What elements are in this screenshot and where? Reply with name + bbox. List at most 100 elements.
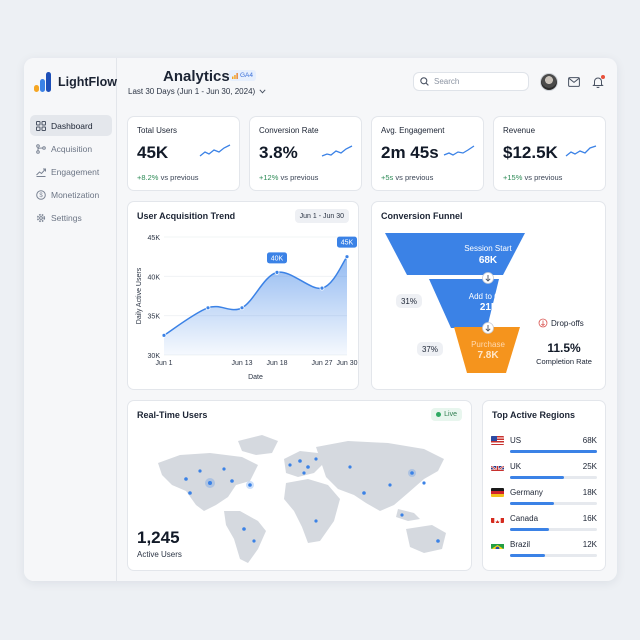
search-input[interactable]	[434, 77, 524, 86]
africa-shape	[284, 479, 340, 543]
funnel-stage-label: Purchase	[471, 340, 505, 349]
sidebar-item-label: Settings	[51, 212, 82, 223]
kpi-card-revenue[interactable]: Revenue $12.5K +15% vs previous	[493, 116, 606, 191]
data-point	[319, 285, 325, 291]
kpi-label: Total Users	[137, 126, 178, 135]
user-dot	[242, 527, 246, 531]
date-range-label: Last 30 Days (Jun 1 - Jun 30, 2024)	[128, 87, 256, 96]
x-axis-label: Date	[248, 374, 263, 381]
user-dot	[288, 463, 292, 467]
ga4-badge-label: GA4	[240, 72, 254, 79]
search-icon	[420, 77, 429, 86]
branch-icon	[35, 143, 46, 154]
kpi-card-conversion-rate[interactable]: Conversion Rate 3.8% +12% vs previous	[249, 116, 362, 191]
x-tick-label: Jun 18	[266, 360, 287, 367]
user-acquisition-trend-card: User Acquisition Trend Jun 1 - Jun 30 45…	[127, 201, 359, 390]
user-dot	[188, 491, 192, 495]
region-value: 16K	[582, 514, 597, 523]
region-name: Brazil	[510, 540, 531, 549]
region-bar	[510, 528, 597, 531]
user-dot	[248, 483, 252, 487]
header: Analytics GA4 Last 30 Days (Jun 1 - Jun …	[117, 58, 617, 110]
region-bar-fill	[510, 528, 550, 531]
kpi-label: Conversion Rate	[259, 126, 319, 135]
region-bar	[510, 450, 597, 453]
active-users-value: 1,245	[137, 528, 180, 547]
indonesia-shape	[396, 509, 420, 521]
user-dot	[400, 513, 404, 517]
region-bar-fill	[510, 476, 564, 479]
user-dot	[184, 477, 188, 481]
user-dot	[362, 491, 366, 495]
mail-icon[interactable]	[567, 75, 581, 89]
x-tick-label: Jun 27	[311, 360, 332, 367]
region-bar	[510, 554, 597, 557]
kpi-delta-value: +12%	[259, 173, 279, 182]
greenland-shape	[238, 435, 278, 455]
user-dot	[436, 539, 440, 543]
kpi-label: Revenue	[503, 126, 536, 135]
region-row-canada[interactable]: Canada 16K	[491, 513, 597, 537]
region-bar-fill	[510, 554, 545, 557]
user-dot	[348, 465, 352, 469]
kpi-delta-suffix: vs previous	[160, 173, 199, 182]
region-value: 25K	[582, 462, 597, 471]
value-callout-label: 40K	[271, 255, 284, 262]
sidebar-item-label: Dashboard	[51, 120, 93, 131]
sidebar-item-acquisition[interactable]: Acquisition	[30, 138, 112, 159]
completion-value: 11.5%	[547, 341, 581, 355]
us-flag	[491, 436, 504, 445]
x-tick-label: Jun 13	[231, 360, 252, 367]
user-dot	[198, 469, 202, 473]
region-value: 12K	[582, 540, 597, 549]
sidebar-item-dashboard[interactable]: Dashboard	[30, 115, 112, 136]
kpi-delta: +8.2% vs previous	[137, 173, 199, 182]
canada-flag	[491, 514, 504, 523]
region-value: 18K	[582, 488, 597, 497]
real-time-users-card: Real-Time Users Live 1,245 Active Users	[127, 400, 472, 571]
region-row-germany[interactable]: Germany 18K	[491, 487, 597, 511]
sidebar-item-engagement[interactable]: Engagement	[30, 161, 112, 182]
kpi-delta-value: +5s	[381, 173, 394, 182]
x-tick-label: Jun 30	[336, 360, 357, 367]
region-name: Canada	[510, 514, 539, 523]
funnel-stage-value: 68K	[479, 255, 498, 266]
dropoffs-label: Drop-offs	[551, 319, 584, 328]
dropoff-icon	[538, 318, 548, 328]
region-row-uk[interactable]: UK 25K	[491, 461, 597, 485]
date-range-selector[interactable]: Last 30 Days (Jun 1 - Jun 30, 2024)	[128, 87, 266, 96]
sidebar-item-monetization[interactable]: $ Monetization	[30, 184, 112, 205]
kpi-delta: +12% vs previous	[259, 173, 318, 182]
kpi-card-avg-engagement[interactable]: Avg. Engagement 2m 45s +5s vs previous	[371, 116, 484, 191]
user-dot	[230, 479, 234, 483]
sidebar: LightFlow Dashboard Acquisition Engageme…	[24, 58, 117, 581]
funnel-stage-value: 7.8K	[477, 350, 499, 361]
card-title: Top Active Regions	[492, 410, 576, 420]
region-row-brazil[interactable]: Brazil 12K	[491, 539, 597, 563]
logo[interactable]: LightFlow	[34, 72, 117, 92]
data-point	[161, 332, 167, 338]
bell-icon[interactable]	[591, 75, 605, 89]
y-axis-label: Daily Active Users	[136, 267, 143, 324]
chevron-down-icon	[259, 89, 266, 94]
kpi-delta-suffix: vs previous	[524, 173, 563, 182]
x-tick-label: Jun 1	[155, 360, 172, 367]
sidebar-nav: Dashboard Acquisition Engagement $ Monet…	[30, 115, 112, 230]
kpi-card-total-users[interactable]: Total Users 45K +8.2% vs previous	[127, 116, 240, 191]
notification-dot	[601, 75, 605, 79]
funnel-chart: Session Start 68K Add to Cart 21K Purcha…	[385, 233, 592, 373]
funnel-stage-label: Session Start	[464, 244, 512, 253]
sidebar-item-settings[interactable]: Settings	[30, 207, 112, 228]
y-tick-label: 45K	[148, 235, 161, 242]
kpi-delta-suffix: vs previous	[280, 173, 319, 182]
region-row-us[interactable]: US 68K	[491, 435, 597, 459]
completion-label: Completion Rate	[536, 357, 592, 366]
y-tick-label: 40K	[148, 274, 161, 281]
avatar[interactable]	[540, 73, 558, 91]
user-dot	[298, 459, 302, 463]
user-dot	[388, 483, 392, 487]
kpi-delta-value: +15%	[503, 173, 523, 182]
search-box[interactable]	[413, 72, 529, 91]
trend-chart: 45K 40K 35K 30K 40K 45K Jun 1 Jun 13 Jun 18 Jun 2…	[136, 235, 358, 381]
data-point	[239, 305, 245, 311]
